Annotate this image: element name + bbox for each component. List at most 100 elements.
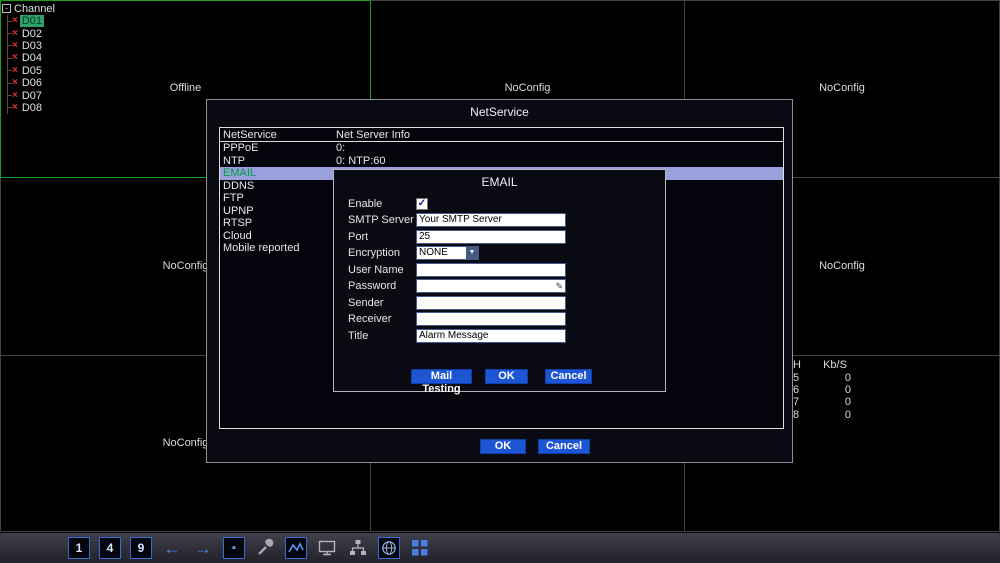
multi-preview-icon[interactable] <box>409 537 431 559</box>
waveform-glyph <box>288 542 304 553</box>
network-setting-icon[interactable] <box>347 537 369 559</box>
port-input[interactable] <box>416 229 566 244</box>
netservice-ok-button[interactable]: OK <box>480 439 526 454</box>
next-channel-icon[interactable]: → <box>192 537 214 559</box>
chevron-down-icon: ▼ <box>466 246 478 259</box>
quad-window-icon[interactable]: 4 <box>99 537 121 559</box>
channel-item-d07[interactable]: × D07 <box>8 89 55 102</box>
bitrate-row: 6 0 <box>793 384 861 396</box>
encryption-selected-value: NONE <box>419 246 448 258</box>
offline-x-icon: × <box>12 52 18 64</box>
service-name: DDNS <box>223 179 255 192</box>
nine-window-icon[interactable]: 9 <box>130 537 152 559</box>
channel-item-label: D06 <box>21 77 43 90</box>
channel-item-label: D05 <box>21 64 43 77</box>
square-glyph: ▪ <box>232 541 236 554</box>
tree-collapse-icon[interactable]: - <box>2 4 11 13</box>
title-row: Title <box>348 328 566 343</box>
single-view-icon[interactable]: ▪ <box>223 537 245 559</box>
receiver-label: Receiver <box>348 312 392 325</box>
channel-item-label: D03 <box>21 39 43 52</box>
email-dialog: EMAIL Enable ✓ SMTP Server Port Encrypti… <box>333 169 666 395</box>
service-name: NTP <box>223 154 245 167</box>
username-row: User Name <box>348 262 566 277</box>
channel-item-label: D07 <box>21 89 43 102</box>
channel-tree: - Channel × D01 × D02 × D03 × D04 × D05 … <box>2 2 55 115</box>
channel-item-d02[interactable]: × D02 <box>8 27 55 40</box>
bitrate-value: 0 <box>844 383 851 396</box>
channel-item-d04[interactable]: × D04 <box>8 52 55 64</box>
sender-input[interactable] <box>416 295 566 310</box>
color-setting-icon[interactable] <box>285 537 307 559</box>
offline-x-icon: × <box>12 64 18 76</box>
username-label: User Name <box>348 263 404 276</box>
service-name: FTP <box>223 192 244 205</box>
enable-row: Enable ✓ <box>348 196 428 211</box>
netservice-row-ntp[interactable]: NTP 0: NTP:60 <box>220 155 783 168</box>
mail-testing-button[interactable]: Mail Testing <box>411 369 472 395</box>
receiver-row: Receiver <box>348 311 566 326</box>
bitrate-row: 7 0 <box>793 396 861 408</box>
username-input[interactable] <box>416 262 566 277</box>
email-ok-button[interactable]: OK <box>485 369 528 384</box>
enable-checkbox[interactable]: ✓ <box>416 197 428 210</box>
previous-channel-icon[interactable]: ← <box>161 537 183 559</box>
channel-item-label: D04 <box>21 52 43 65</box>
receiver-input[interactable] <box>416 311 566 326</box>
title-input[interactable] <box>416 328 566 343</box>
channel-status-label: NoConfig <box>504 82 551 94</box>
channel-item-label: D08 <box>21 101 43 114</box>
password-edit-icon[interactable]: ✎ <box>555 281 563 291</box>
channel-tree-header: - Channel <box>2 2 55 15</box>
password-row: Password ✎ <box>348 278 566 293</box>
column-header-net-server-info: Net Server Info <box>336 128 410 141</box>
netservice-list-header: NetService Net Server Info <box>220 128 783 142</box>
netservice-cancel-button[interactable]: Cancel <box>538 439 590 454</box>
enable-label: Enable <box>348 197 383 210</box>
single-window-icon[interactable]: 1 <box>68 537 90 559</box>
offline-x-icon: × <box>12 101 18 113</box>
channel-item-d01[interactable]: × D01 <box>8 15 55 28</box>
bitrate-channel: 8 <box>793 408 800 421</box>
network-tree-glyph <box>350 540 366 555</box>
channel-tree-title: Channel <box>14 2 55 15</box>
title-label: Title <box>348 329 369 342</box>
encryption-row: Encryption NONE ▼ <box>348 245 479 260</box>
channel-item-label: D01 <box>19 15 45 28</box>
channel-item-d08[interactable]: × D08 <box>8 102 55 114</box>
smtp-server-label: SMTP Server <box>348 213 414 226</box>
service-name: RTSP <box>223 217 253 230</box>
globe-glyph <box>382 541 396 555</box>
bitrate-header: H Kb/S <box>793 359 861 371</box>
bitrate-value: 0 <box>844 371 851 384</box>
channel-status-label: NoConfig <box>819 82 865 94</box>
channel-status-label: Offline <box>169 82 202 94</box>
email-dialog-title: EMAIL <box>481 175 518 189</box>
bitrate-channel: 7 <box>793 396 800 409</box>
nine-window-glyph: 9 <box>137 541 145 555</box>
dvr-live-view: Offline NoConfig NoConfig NoConfig NoCon… <box>0 0 1000 563</box>
channel-item-d03[interactable]: × D03 <box>8 40 55 52</box>
toolbar: 1 4 9 ← → ▪ <box>0 533 1000 563</box>
password-input[interactable] <box>416 278 566 293</box>
bitrate-panel: H Kb/S 5 0 6 0 7 0 8 0 <box>793 359 861 421</box>
email-cancel-button[interactable]: Cancel <box>545 369 592 384</box>
quad-window-glyph: 4 <box>106 541 114 555</box>
channel-item-d06[interactable]: × D06 <box>8 77 55 89</box>
port-row: Port <box>348 229 566 244</box>
ptz-control-icon[interactable] <box>254 537 276 559</box>
left-arrow-glyph: ← <box>163 538 181 558</box>
port-label: Port <box>348 230 369 243</box>
offline-x-icon: × <box>12 39 18 51</box>
netservice-row-pppoe[interactable]: PPPoE 0: <box>220 142 783 155</box>
encryption-select[interactable]: NONE ▼ <box>416 245 479 260</box>
netservice-dialog-title: NetService <box>470 105 529 119</box>
output-adjust-icon[interactable] <box>316 537 338 559</box>
channel-item-d05[interactable]: × D05 <box>8 65 55 77</box>
bitrate-header-ch: H <box>793 359 801 372</box>
smtp-server-input[interactable] <box>416 212 566 227</box>
monitor-glyph <box>318 540 336 556</box>
bitrate-row: 5 0 <box>793 371 861 384</box>
channel-list: × D01 × D02 × D03 × D04 × D05 × D06 × D0… <box>7 15 55 115</box>
web-setting-icon[interactable] <box>378 537 400 559</box>
